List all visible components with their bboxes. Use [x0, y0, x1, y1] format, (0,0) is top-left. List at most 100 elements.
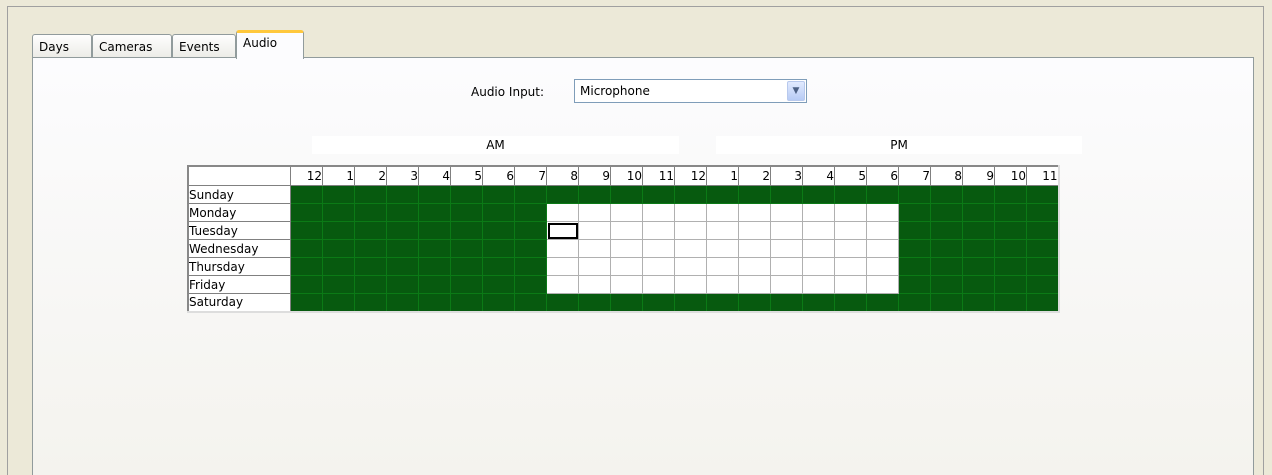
schedule-cell[interactable] [834, 239, 867, 258]
schedule-cell[interactable] [546, 221, 579, 240]
schedule-cell[interactable] [386, 257, 419, 276]
hour-header[interactable]: 11 [642, 165, 675, 186]
schedule-cell[interactable] [738, 239, 771, 258]
schedule-cell[interactable] [290, 257, 323, 276]
hour-header[interactable]: 5 [834, 165, 867, 186]
schedule-cell[interactable] [994, 293, 1027, 312]
hour-header[interactable]: 8 [546, 165, 579, 186]
schedule-cell[interactable] [482, 185, 515, 204]
schedule-cell[interactable] [386, 185, 419, 204]
schedule-cell[interactable] [770, 257, 803, 276]
schedule-cell[interactable] [898, 185, 931, 204]
schedule-cell[interactable] [450, 257, 483, 276]
schedule-cell[interactable] [706, 203, 739, 222]
schedule-cell[interactable] [354, 203, 387, 222]
schedule-cell[interactable] [802, 221, 835, 240]
chevron-down-icon[interactable]: ▼ [787, 81, 805, 101]
schedule-cell[interactable] [898, 275, 931, 294]
schedule-cell[interactable] [802, 293, 835, 312]
schedule-cell[interactable] [738, 257, 771, 276]
schedule-cell[interactable] [1026, 185, 1059, 204]
schedule-cell[interactable] [450, 221, 483, 240]
schedule-cell[interactable] [610, 203, 643, 222]
schedule-cell[interactable] [450, 239, 483, 258]
schedule-cell[interactable] [834, 203, 867, 222]
schedule-cell[interactable] [738, 185, 771, 204]
schedule-cell[interactable] [706, 275, 739, 294]
schedule-cell[interactable] [866, 203, 899, 222]
tab-days[interactable]: Days [32, 34, 92, 58]
schedule-cell[interactable] [578, 293, 611, 312]
schedule-cell[interactable] [290, 185, 323, 204]
schedule-cell[interactable] [450, 275, 483, 294]
schedule-cell[interactable] [834, 185, 867, 204]
schedule-cell[interactable] [418, 221, 451, 240]
schedule-cell[interactable] [546, 239, 579, 258]
hour-header[interactable]: 1 [322, 165, 355, 186]
schedule-cell[interactable] [610, 293, 643, 312]
schedule-cell[interactable] [866, 293, 899, 312]
schedule-cell[interactable] [994, 239, 1027, 258]
schedule-cell[interactable] [354, 221, 387, 240]
schedule-cell[interactable] [322, 185, 355, 204]
hour-header[interactable]: 3 [770, 165, 803, 186]
schedule-cell[interactable] [642, 239, 675, 258]
hour-header[interactable]: 2 [354, 165, 387, 186]
schedule-cell[interactable] [514, 185, 547, 204]
schedule-cell[interactable] [962, 239, 995, 258]
schedule-cell[interactable] [354, 239, 387, 258]
schedule-cell[interactable] [418, 293, 451, 312]
schedule-cell[interactable] [930, 185, 963, 204]
day-label[interactable]: Thursday [187, 257, 291, 276]
hour-header[interactable]: 2 [738, 165, 771, 186]
tab-audio[interactable]: Audio [236, 30, 304, 59]
schedule-cell[interactable] [674, 275, 707, 294]
schedule-cell[interactable] [418, 203, 451, 222]
schedule-cell[interactable] [770, 275, 803, 294]
schedule-cell[interactable] [546, 257, 579, 276]
schedule-cell[interactable] [578, 257, 611, 276]
schedule-cell[interactable] [482, 239, 515, 258]
schedule-cell[interactable] [930, 239, 963, 258]
schedule-cell[interactable] [514, 239, 547, 258]
tab-cameras[interactable]: Cameras [92, 34, 172, 58]
day-label[interactable]: Saturday [187, 293, 291, 312]
schedule-cell[interactable] [802, 275, 835, 294]
schedule-cell[interactable] [322, 221, 355, 240]
schedule-cell[interactable] [738, 293, 771, 312]
day-label[interactable]: Tuesday [187, 221, 291, 240]
schedule-cell[interactable] [866, 221, 899, 240]
schedule-cell[interactable] [674, 293, 707, 312]
schedule-cell[interactable] [386, 275, 419, 294]
schedule-cell[interactable] [674, 239, 707, 258]
schedule-cell[interactable] [610, 185, 643, 204]
schedule-cell[interactable] [418, 275, 451, 294]
schedule-cell[interactable] [834, 221, 867, 240]
schedule-cell[interactable] [706, 239, 739, 258]
hour-header[interactable]: 12 [674, 165, 707, 186]
schedule-cell[interactable] [386, 221, 419, 240]
schedule-cell[interactable] [290, 203, 323, 222]
schedule-cell[interactable] [834, 257, 867, 276]
schedule-cell[interactable] [674, 221, 707, 240]
schedule-cell[interactable] [642, 203, 675, 222]
schedule-cell[interactable] [1026, 293, 1059, 312]
hour-header[interactable]: 12 [290, 165, 323, 186]
schedule-cell[interactable] [962, 293, 995, 312]
hour-header[interactable]: 3 [386, 165, 419, 186]
schedule-cell[interactable] [418, 239, 451, 258]
schedule-cell[interactable] [514, 293, 547, 312]
schedule-cell[interactable] [322, 257, 355, 276]
schedule-cell[interactable] [994, 221, 1027, 240]
hour-header[interactable]: 6 [866, 165, 899, 186]
hour-header[interactable]: 6 [482, 165, 515, 186]
schedule-cell[interactable] [386, 203, 419, 222]
schedule-cell[interactable] [482, 257, 515, 276]
schedule-cell[interactable] [706, 257, 739, 276]
day-label[interactable]: Monday [187, 203, 291, 222]
tab-events[interactable]: Events [172, 34, 236, 58]
schedule-cell[interactable] [962, 221, 995, 240]
schedule-cell[interactable] [770, 185, 803, 204]
schedule-cell[interactable] [674, 185, 707, 204]
schedule-cell[interactable] [610, 275, 643, 294]
